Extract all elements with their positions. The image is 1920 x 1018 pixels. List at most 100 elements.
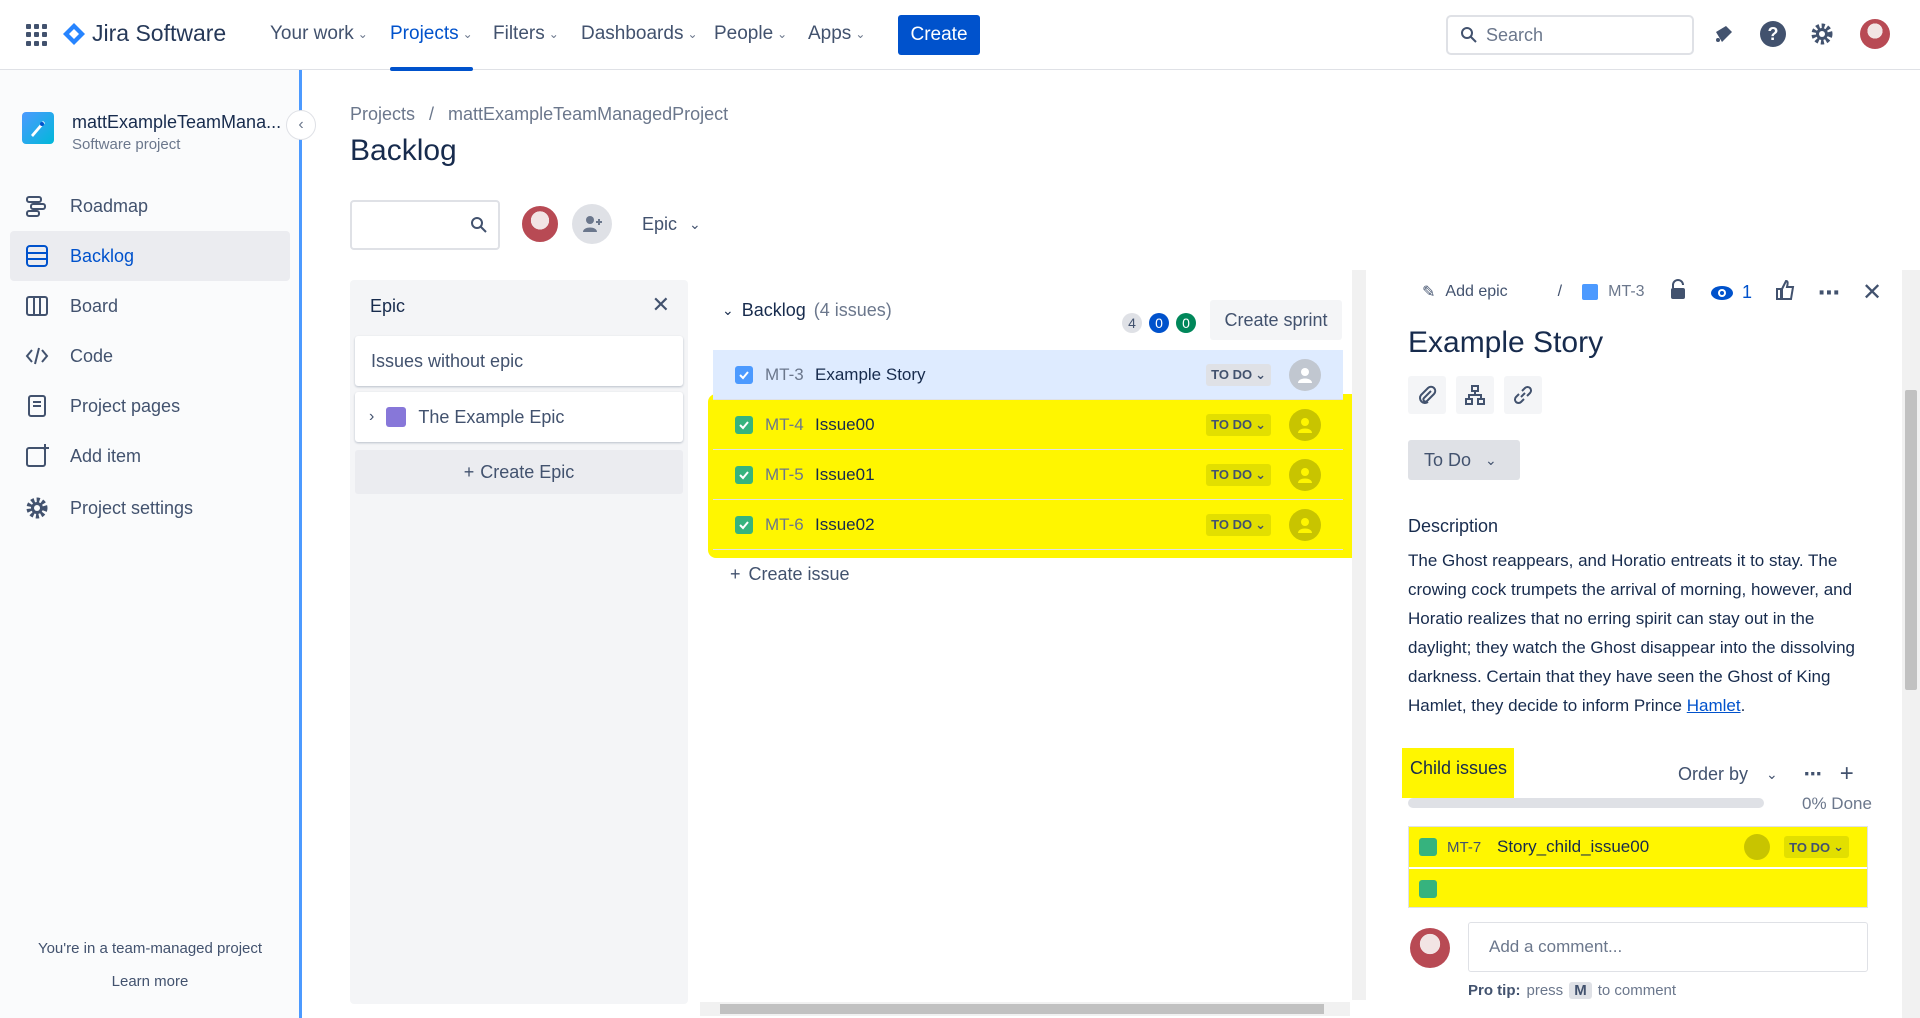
add-epic-link[interactable]: Add epic <box>1445 283 1507 301</box>
breadcrumb-projects[interactable]: Projects <box>350 104 415 125</box>
learn-more-link[interactable]: Learn more <box>0 973 300 990</box>
backlog-header[interactable]: ⌄ Backlog (4 issues) <box>722 300 892 321</box>
epic-panel: Epic ✕ Issues without epic › The Example… <box>350 280 688 1004</box>
help-icon[interactable]: ? <box>1759 20 1787 48</box>
create-epic-button[interactable]: + Create Epic <box>355 450 683 494</box>
status-lozenge[interactable]: TO DO ⌄ <box>1784 836 1849 858</box>
user-avatar[interactable] <box>1860 19 1890 49</box>
create-button[interactable]: Create <box>898 15 980 55</box>
more-options-icon[interactable]: ⋯ <box>1818 280 1840 306</box>
thumbs-up-icon[interactable] <box>1774 279 1796 306</box>
status-lozenge[interactable]: TO DO ⌄ <box>1206 463 1271 486</box>
chevron-down-icon: ⌄ <box>1255 466 1266 482</box>
nav-apps[interactable]: Apps ⌄ <box>808 23 865 45</box>
app-switcher-icon[interactable] <box>26 24 48 46</box>
breadcrumb-separator: / <box>429 104 435 124</box>
eye-icon <box>1711 285 1733 300</box>
order-by-dropdown[interactable]: Order by ⌄ ⋯ + <box>1678 760 1854 788</box>
progress-percent: 0% Done <box>1802 794 1872 813</box>
issue-key[interactable]: MT-5 <box>765 465 815 485</box>
sidebar-item-backlog[interactable]: Backlog <box>10 231 290 281</box>
status-lozenge[interactable]: TO DO ⌄ <box>1206 413 1271 436</box>
sidebar-item-add-item[interactable]: Add item <box>10 431 290 481</box>
sidebar-item-project-pages[interactable]: Project pages <box>10 381 290 431</box>
sidebar-item-board[interactable]: Board <box>10 281 290 331</box>
epic-filter-dropdown[interactable]: Epic ⌄ <box>642 214 701 235</box>
add-child-icon[interactable]: + <box>1840 760 1854 788</box>
plus-icon: + <box>730 564 741 584</box>
issue-summary: Issue01 <box>815 464 875 484</box>
plus-icon: + <box>463 461 475 482</box>
unassigned-avatar-icon[interactable] <box>1289 358 1321 391</box>
unassigned-avatar-icon[interactable] <box>1289 408 1321 441</box>
product-name: Jira Software <box>92 20 227 46</box>
nav-people[interactable]: People ⌄ <box>714 23 787 45</box>
project-name[interactable]: mattExampleTeamMana... <box>72 112 281 133</box>
unassigned-avatar-icon[interactable] <box>1289 458 1321 491</box>
add-people-icon[interactable] <box>572 204 612 244</box>
chevron-down-icon: ⌄ <box>1833 839 1844 854</box>
status-lozenge[interactable]: TO DO ⌄ <box>1206 363 1271 386</box>
issue-key[interactable]: MT-4 <box>765 415 815 435</box>
issue-row[interactable]: MT-5 Issue01 TO DO ⌄ <box>713 450 1343 500</box>
search-input[interactable]: Search <box>1446 15 1694 55</box>
backlog-horizontal-scrollbar[interactable] <box>700 1002 1350 1016</box>
comment-input[interactable]: Add a comment... <box>1468 922 1868 972</box>
issues-without-epic[interactable]: Issues without epic <box>355 336 683 386</box>
collapse-sidebar-button[interactable]: ‹ <box>286 110 316 140</box>
sidebar-item-roadmap[interactable]: Roadmap <box>10 181 290 231</box>
sidebar-item-code[interactable]: Code <box>10 331 290 381</box>
issue-key[interactable]: MT-3 <box>765 365 815 385</box>
chevron-down-icon: ⌄ <box>689 216 701 232</box>
roadmap-icon <box>26 196 46 217</box>
sidebar-item-project-settings[interactable]: Project settings <box>10 483 290 533</box>
status-dropdown[interactable]: To Do ⌄ <box>1408 440 1520 480</box>
child-issue-row[interactable]: MT-7 Story_child_issue00 TO DO ⌄ <box>1409 827 1867 867</box>
close-icon[interactable]: ✕ <box>1862 278 1882 307</box>
hamlet-link[interactable]: Hamlet <box>1687 696 1741 715</box>
watch-button[interactable]: 1 <box>1710 282 1752 303</box>
notifications-icon[interactable] <box>1710 20 1738 48</box>
settings-gear-icon[interactable] <box>1808 20 1836 48</box>
nav-dashboards[interactable]: Dashboards ⌄ <box>581 23 698 45</box>
issue-key[interactable]: MT-6 <box>765 515 815 535</box>
nav-your-work[interactable]: Your work ⌄ <box>270 23 368 45</box>
attachment-icon[interactable] <box>1408 376 1446 414</box>
detail-scrollbar[interactable] <box>1902 270 1920 1018</box>
backlog-count: (4 issues) <box>813 300 892 320</box>
child-issue-row[interactable] <box>1409 869 1867 907</box>
link-icon[interactable] <box>1504 376 1542 414</box>
breadcrumb-project[interactable]: mattExampleTeamManagedProject <box>448 104 728 125</box>
backlog-search-input[interactable] <box>350 200 500 250</box>
create-sprint-button[interactable]: Create sprint <box>1210 300 1342 340</box>
nav-projects[interactable]: Projects ⌄ <box>390 23 473 71</box>
team-managed-note: You're in a team-managed project <box>37 940 263 957</box>
issue-title[interactable]: Example Story <box>1408 326 1603 360</box>
description-text[interactable]: The Ghost reappears, and Horatio entreat… <box>1408 546 1858 720</box>
issue-row[interactable]: MT-4 Issue00 TO DO ⌄ <box>713 400 1343 450</box>
assignee-filter-avatar[interactable] <box>520 204 560 244</box>
task-type-icon <box>735 465 753 484</box>
jira-logo[interactable]: Jira Software <box>62 20 226 47</box>
epic-item[interactable]: › The Example Epic <box>355 392 683 442</box>
lock-icon[interactable] <box>1668 279 1688 306</box>
assignee-avatar-icon[interactable] <box>1744 834 1771 860</box>
more-options-icon[interactable]: ⋯ <box>1804 764 1822 785</box>
child-issue-icon[interactable] <box>1456 376 1494 414</box>
backlog-vertical-scrollbar[interactable] <box>1352 270 1366 1000</box>
close-icon[interactable]: ✕ <box>652 292 670 318</box>
nav-filters[interactable]: Filters ⌄ <box>493 23 559 45</box>
create-issue-button[interactable]: + Create issue <box>730 564 850 585</box>
done-count-badge: 0 <box>1176 313 1196 333</box>
board-icon <box>26 296 48 316</box>
issue-key-link[interactable]: MT-3 <box>1608 283 1644 301</box>
svg-text:?: ? <box>1768 24 1779 44</box>
search-icon <box>1461 27 1477 43</box>
issue-row[interactable]: MT-3 Example Story TO DO ⌄ <box>713 350 1343 400</box>
chevron-down-icon: ⌄ <box>722 302 734 318</box>
issue-row[interactable]: MT-6 Issue02 TO DO ⌄ <box>713 500 1343 550</box>
unassigned-avatar-icon[interactable] <box>1289 508 1321 541</box>
project-type: Software project <box>72 136 181 153</box>
status-lozenge[interactable]: TO DO ⌄ <box>1206 513 1271 536</box>
subtask-icon <box>1419 880 1437 898</box>
